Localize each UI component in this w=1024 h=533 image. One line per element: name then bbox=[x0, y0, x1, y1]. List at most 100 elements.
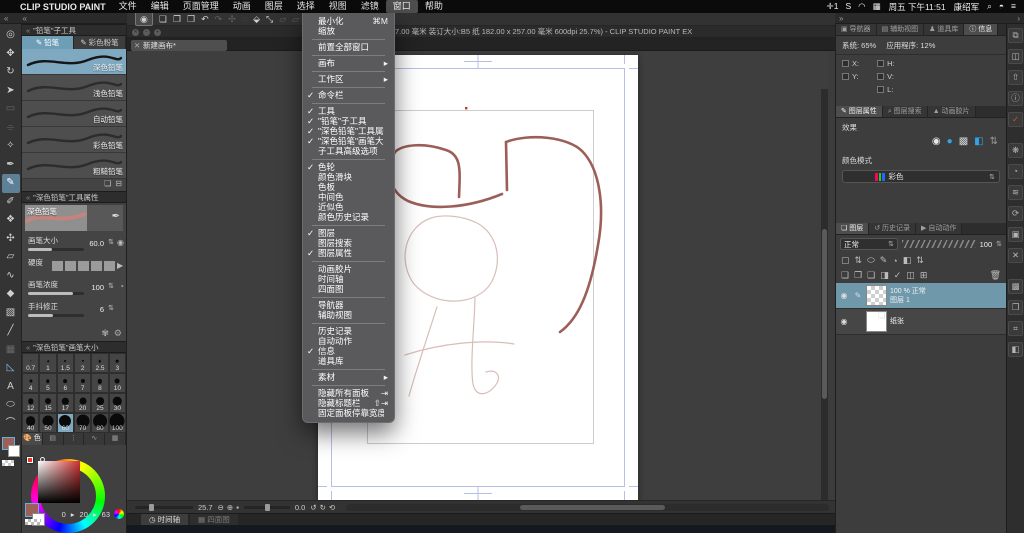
horizontal-scrollbar-thumb[interactable] bbox=[520, 505, 665, 510]
hand-tool[interactable]: ✥ bbox=[2, 45, 20, 64]
menubar-item-页面管理[interactable]: 页面管理 bbox=[176, 0, 226, 13]
menu-item-铅笔子工具[interactable]: ✓"铅笔"子工具 bbox=[303, 116, 394, 126]
size-15[interactable]: 15 bbox=[39, 393, 56, 413]
rotate-button[interactable]: ↺ bbox=[310, 503, 316, 512]
size-5[interactable]: 5 bbox=[39, 373, 56, 393]
layer-action-icon[interactable]: ◨ bbox=[880, 270, 889, 281]
text-tool[interactable]: A bbox=[2, 378, 20, 397]
layer-action-icon[interactable]: ❐ bbox=[854, 270, 862, 281]
pen-settings-icon[interactable]: ✒ bbox=[112, 211, 120, 222]
strip-icon[interactable]: ✓ bbox=[1008, 112, 1023, 127]
layer-option-icon[interactable]: ▢ bbox=[841, 255, 850, 266]
balloon-tool[interactable]: ⬭ bbox=[2, 396, 20, 415]
menu-item-前置全部窗口[interactable]: 前置全部窗口 bbox=[303, 42, 394, 52]
menu-item-图层属性[interactable]: ✓图层属性 bbox=[303, 248, 394, 258]
blend-tool[interactable]: ∿ bbox=[2, 267, 20, 286]
colorwheel-tab[interactable]: ∿ bbox=[84, 433, 105, 445]
size-60[interactable]: 60 bbox=[57, 413, 74, 433]
layer-thumbnail[interactable] bbox=[866, 285, 887, 306]
size-1.5[interactable]: 1.5 bbox=[57, 353, 74, 373]
menu-item-中间色[interactable]: 中间色 bbox=[303, 192, 394, 202]
value-arrow-icon[interactable]: ▸ bbox=[93, 510, 97, 519]
zoom-tool[interactable]: ◎ bbox=[2, 26, 20, 45]
size-20[interactable]: 20 bbox=[74, 393, 91, 413]
strip-icon[interactable]: ⧉ bbox=[1008, 28, 1023, 43]
menubar-user[interactable]: 康绍军 bbox=[954, 1, 980, 13]
layer-tab-图层[interactable]: ❏ 图层 bbox=[836, 223, 869, 234]
subtool-tab-彩色粉笔[interactable]: ✎ 彩色粉笔 bbox=[74, 36, 126, 49]
strip-icon[interactable]: ✕ bbox=[1008, 248, 1023, 263]
subtool-tab-铅笔[interactable]: ✎ 铅笔 bbox=[22, 36, 74, 49]
tone-effect-icon[interactable]: ● bbox=[947, 136, 953, 147]
frame-border-tool[interactable]: ▦ bbox=[2, 341, 20, 360]
strip-icon[interactable]: ≋ bbox=[1008, 185, 1023, 200]
info-tab-信息[interactable]: ⓘ 信息 bbox=[964, 24, 998, 35]
menu-item-素材[interactable]: 素材▸ bbox=[303, 372, 394, 382]
brush-item-粗糙铅笔[interactable]: 粗糙铅笔 bbox=[22, 153, 126, 179]
status-icon[interactable]: ≡ bbox=[1011, 1, 1016, 12]
hardness-blocks[interactable]: ▶ bbox=[52, 261, 128, 271]
halftone-effect-icon[interactable]: ▩ bbox=[959, 136, 968, 147]
menu-item-四面图[interactable]: 四面图 bbox=[303, 284, 394, 294]
menu-item-颜色历史记录[interactable]: 颜色历史记录 bbox=[303, 212, 394, 222]
eyedropper-tool[interactable]: ✧ bbox=[2, 137, 20, 156]
status-icon[interactable]: ◓ bbox=[999, 1, 1004, 12]
menu-item-隐藏标题栏[interactable]: 隐藏标题栏⇧⇥ bbox=[303, 398, 394, 408]
menubar-item-视图[interactable]: 视图 bbox=[322, 0, 354, 13]
layer-option-icon[interactable]: ◔ bbox=[892, 256, 897, 266]
app-menu-title[interactable]: CLIP STUDIO PAINT bbox=[20, 2, 106, 12]
canvas-viewport[interactable] bbox=[127, 51, 828, 500]
layerprop-tab-图层属性[interactable]: ✎ 图层属性 bbox=[836, 106, 883, 117]
checkbox[interactable] bbox=[877, 73, 884, 80]
rotate-button[interactable]: ⟲ bbox=[329, 503, 335, 512]
zoom-button[interactable]: ⊕ bbox=[227, 503, 233, 512]
stepper-icon[interactable]: ⇅ bbox=[996, 240, 1002, 248]
gradient-tool[interactable]: ▧ bbox=[2, 304, 20, 323]
toolprop-panel-header[interactable]: « "深色铅笔"工具属性 bbox=[22, 191, 126, 203]
bottom-tab-时间轴[interactable]: ◷ 时间轴 bbox=[141, 514, 188, 525]
layer-option-icon[interactable]: ⇅ bbox=[855, 255, 863, 266]
zoom-slider-knob[interactable] bbox=[149, 504, 154, 511]
layer-color-effect-icon[interactable]: ◧ bbox=[974, 136, 983, 147]
strip-icon[interactable]: ◔ bbox=[1008, 164, 1023, 179]
figure-tool[interactable]: ╱ bbox=[2, 322, 20, 341]
menu-item-工作区[interactable]: 工作区▸ bbox=[303, 74, 394, 84]
prop-slider[interactable] bbox=[28, 314, 84, 317]
menu-item-隐藏所有面板[interactable]: 隐藏所有面板⇥ bbox=[303, 388, 394, 398]
ruler-tool[interactable]: ◺ bbox=[2, 359, 20, 378]
layer-tab-自动动作[interactable]: ▶ 自动动作 bbox=[916, 223, 962, 234]
horizontal-scrollbar[interactable] bbox=[346, 504, 829, 511]
vertical-scrollbar-thumb[interactable] bbox=[822, 229, 827, 399]
show-menu-icon[interactable]: ◉ bbox=[135, 12, 153, 26]
menubar-item-文件[interactable]: 文件 bbox=[112, 0, 144, 13]
checkbox[interactable] bbox=[842, 60, 849, 67]
brushsize-panel-header[interactable]: « "深色铅笔"画笔大小 bbox=[22, 341, 126, 353]
menu-item-历史记录[interactable]: 历史记录 bbox=[303, 326, 394, 336]
collapse-right-icon[interactable]: › bbox=[1017, 14, 1020, 23]
status-icon[interactable]: ▦ bbox=[873, 1, 881, 12]
size-7[interactable]: 7 bbox=[74, 373, 91, 393]
info-tab-道具库[interactable]: ♟ 道具库 bbox=[924, 24, 964, 35]
menu-item-导航器[interactable]: 导航器 bbox=[303, 300, 394, 310]
checkbox[interactable] bbox=[842, 73, 849, 80]
menu-item-命令栏[interactable]: ✓命令栏 bbox=[303, 90, 394, 100]
colorwheel-tab[interactable]: ▤ bbox=[43, 433, 64, 445]
strip-icon[interactable]: ▩ bbox=[1008, 279, 1023, 294]
size-80[interactable]: 80 bbox=[91, 413, 108, 433]
checkbox[interactable] bbox=[877, 60, 884, 67]
minimize-window-button[interactable]: − bbox=[143, 29, 150, 36]
hue-cursor[interactable] bbox=[27, 457, 33, 463]
zoom-slider[interactable] bbox=[135, 506, 193, 509]
operation-tool[interactable]: ➤ bbox=[2, 82, 20, 101]
invert-select-icon[interactable]: ◌ bbox=[242, 13, 247, 25]
brush-item-自动铅笔[interactable]: 自动铅笔 bbox=[22, 101, 126, 127]
strip-icon[interactable]: ⇧ bbox=[1008, 70, 1023, 85]
layer-action-icon[interactable]: ❑ bbox=[867, 270, 875, 281]
visibility-eye-icon[interactable]: ◉ bbox=[838, 291, 850, 300]
layer-tab-历史记录[interactable]: ↺ 历史记录 bbox=[869, 223, 916, 234]
size-6[interactable]: 6 bbox=[57, 373, 74, 393]
transparent-chip[interactable] bbox=[2, 460, 14, 466]
close-tab-icon[interactable]: ✕ bbox=[134, 40, 140, 51]
border-effect-icon[interactable]: ◉ bbox=[932, 136, 941, 147]
size-100[interactable]: 100 bbox=[109, 413, 126, 433]
